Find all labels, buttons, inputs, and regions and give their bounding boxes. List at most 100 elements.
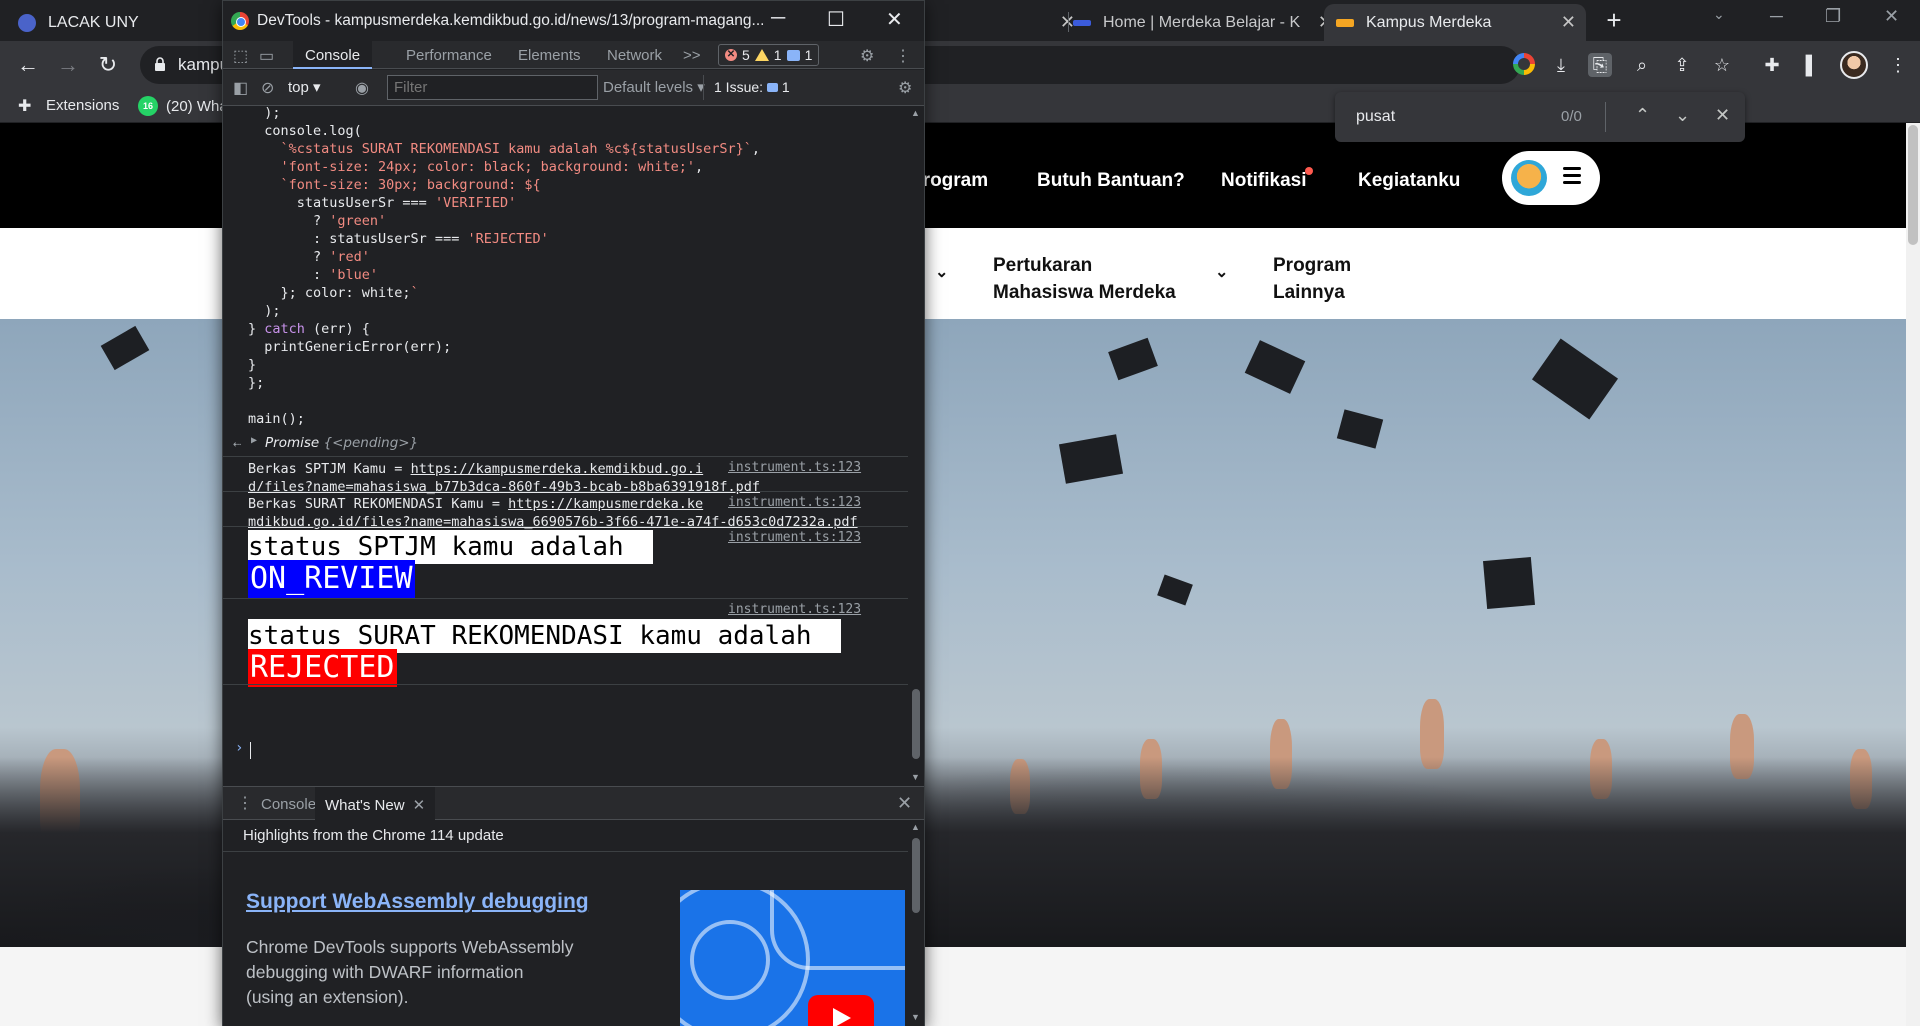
drawer-menu-icon[interactable]: ⋮ [237, 793, 253, 813]
profile-avatar[interactable] [1840, 51, 1868, 79]
more-options-icon[interactable]: ⋮ [895, 46, 911, 66]
tab-kampus-merdeka[interactable]: Kampus Merdeka ✕ [1324, 4, 1586, 41]
promise-label: Promise [265, 435, 320, 451]
new-tab-button[interactable]: + [1599, 6, 1629, 36]
promise-state: {<pending>} [323, 435, 419, 451]
bookmark-whatsapp[interactable]: 16 (20) Wha [138, 96, 228, 116]
tab-network[interactable]: Network [607, 47, 662, 64]
subnav-program-lainnya[interactable]: Program Lainnya [1273, 252, 1351, 306]
side-panel-icon[interactable]: ▌ [1800, 53, 1824, 77]
close-icon[interactable]: ✕ [1561, 12, 1576, 33]
install-icon[interactable]: ⤓ [1549, 53, 1573, 77]
live-expression-eye-icon[interactable]: ◉ [355, 78, 369, 98]
feature-link[interactable]: Support WebAssembly debugging [246, 890, 589, 914]
bookmark-extensions[interactable]: ✚ Extensions [18, 96, 119, 116]
source-link[interactable]: instrument.ts:123 [728, 602, 861, 617]
console-input-caret[interactable] [250, 742, 251, 759]
context-selector[interactable]: top ▾ [288, 78, 321, 96]
console-settings-icon[interactable]: ⚙ [898, 78, 912, 98]
drawer-tab-whats-new[interactable]: What's New ✕ [315, 787, 436, 820]
more-tabs-icon[interactable]: >> [683, 47, 701, 64]
console-prompt-icon: › [235, 740, 244, 756]
cap-shape [100, 325, 150, 371]
chevron-down-icon[interactable]: ⌄ [935, 262, 948, 282]
find-icon[interactable]: ⎘ [1588, 53, 1612, 77]
zoom-icon[interactable]: ⌕ [1630, 53, 1654, 77]
subnav-pertukaran[interactable]: Pertukaran Mahasiswa Merdeka [993, 252, 1176, 306]
console-filter-input[interactable] [387, 75, 598, 100]
sidebar-toggle-icon[interactable]: ◧ [233, 78, 248, 98]
source-link[interactable]: instrument.ts:123 [728, 495, 861, 510]
tab-performance[interactable]: Performance [406, 47, 492, 64]
tab-title: Home | Merdeka Belajar - K [1103, 13, 1301, 31]
devtools-window: DevTools - kampusmerdeka.kemdikbud.go.id… [222, 0, 925, 1026]
devtools-tabs: ⬚ ▭ Console Performance Elements Network… [223, 41, 924, 69]
find-close-icon[interactable]: ✕ [1715, 105, 1730, 126]
google-icon[interactable] [1513, 53, 1535, 75]
issues-button[interactable]: 1 Issue: 1 [703, 75, 800, 100]
close-window-icon[interactable]: ✕ [886, 7, 903, 32]
tab-console[interactable]: Console [293, 41, 373, 69]
device-toolbar-icon[interactable]: ▭ [259, 46, 274, 66]
tab-lacak-uny[interactable]: LACAK UNY [18, 4, 218, 41]
rekomendasi-file-link[interactable]: https://kampusmerdeka.ke [508, 496, 703, 512]
sptjm-file-link[interactable]: https://kampusmerdeka.kemdikbud.go.i [411, 461, 704, 477]
close-tab-icon[interactable]: ✕ [413, 797, 426, 814]
feature-video-thumbnail[interactable] [680, 890, 905, 1026]
find-next-icon[interactable]: ⌄ [1675, 105, 1690, 126]
console-scrollbar[interactable]: ▲ ▼ [908, 106, 924, 786]
chrome-menu-icon[interactable]: ⋮ [1886, 53, 1910, 77]
share-icon[interactable]: ⇪ [1670, 53, 1694, 77]
error-count: 5 [742, 47, 750, 63]
whats-new-scrollbar[interactable]: ▲ ▼ [908, 820, 924, 1026]
minimize-icon[interactable]: ─ [1770, 6, 1783, 27]
whatsapp-icon: 16 [138, 96, 158, 116]
cap-shape [1482, 556, 1536, 610]
tab-elements[interactable]: Elements [518, 47, 581, 64]
bookmark-star-icon[interactable]: ☆ [1710, 53, 1734, 77]
cap-shape [1108, 337, 1158, 381]
find-previous-icon[interactable]: ⌃ [1635, 105, 1650, 126]
find-input[interactable]: pusat [1356, 108, 1395, 126]
close-drawer-icon[interactable]: ✕ [897, 793, 912, 814]
tab-merdeka-belajar[interactable]: Home | Merdeka Belajar - K ✕ [1073, 4, 1333, 41]
reload-button[interactable]: ↻ [94, 51, 122, 79]
expand-triangle-icon[interactable]: ▶ [251, 435, 257, 446]
warning-icon [754, 49, 769, 61]
youtube-play-icon[interactable] [808, 995, 874, 1026]
lock-icon [155, 57, 165, 71]
source-link[interactable]: instrument.ts:123 [728, 530, 861, 545]
inspect-element-icon[interactable]: ⬚ [233, 46, 248, 66]
console-result-promise[interactable]: ⇠ ▶ Promise {<pending>} [223, 432, 908, 456]
console-panel[interactable]: ); console.log( `%cstatus SURAT REKOMEND… [223, 106, 908, 786]
tab-search-icon[interactable]: ⌄ [1713, 6, 1725, 23]
bookmark-label: (20) Wha [166, 97, 228, 115]
nav-help[interactable]: Butuh Bantuan? [1037, 170, 1185, 192]
merdeka-favicon-icon [1073, 19, 1091, 26]
page-scrollbar[interactable] [1906, 123, 1920, 1026]
status-rekomendasi-value: REJECTED [248, 649, 397, 687]
clear-console-icon[interactable]: ⊘ [261, 78, 274, 98]
error-icon: ✕ [725, 49, 737, 61]
minimize-icon[interactable]: ─ [771, 7, 785, 30]
close-window-icon[interactable]: ✕ [1884, 6, 1899, 27]
info-count: 1 [804, 47, 813, 63]
find-count: 0/0 [1561, 108, 1582, 125]
nav-notifications[interactable]: Notifikasi [1221, 170, 1307, 192]
nav-activities[interactable]: Kegiatanku [1358, 170, 1460, 192]
back-button[interactable]: ← [14, 51, 42, 79]
chevron-down-icon[interactable]: ⌄ [1215, 262, 1228, 282]
issue-counters[interactable]: ✕ 5 1 1 [718, 44, 820, 66]
tab-title: Kampus Merdeka [1366, 13, 1492, 31]
user-menu-button[interactable] [1502, 151, 1600, 205]
settings-gear-icon[interactable]: ⚙ [860, 46, 874, 66]
source-link[interactable]: instrument.ts:123 [728, 460, 861, 475]
forward-button[interactable]: → [54, 51, 82, 79]
maximize-icon[interactable]: ☐ [827, 7, 845, 32]
restore-icon[interactable]: ❐ [1825, 6, 1841, 27]
drawer-tab-console[interactable]: Console [261, 796, 316, 813]
warning-count: 1 [773, 47, 782, 63]
extensions-puzzle-icon[interactable]: ✚ [1760, 53, 1784, 77]
console-code-echo: ); console.log( `%cstatus SURAT REKOMEND… [248, 106, 761, 427]
log-levels-dropdown[interactable]: Default levels ▾ [603, 78, 705, 96]
